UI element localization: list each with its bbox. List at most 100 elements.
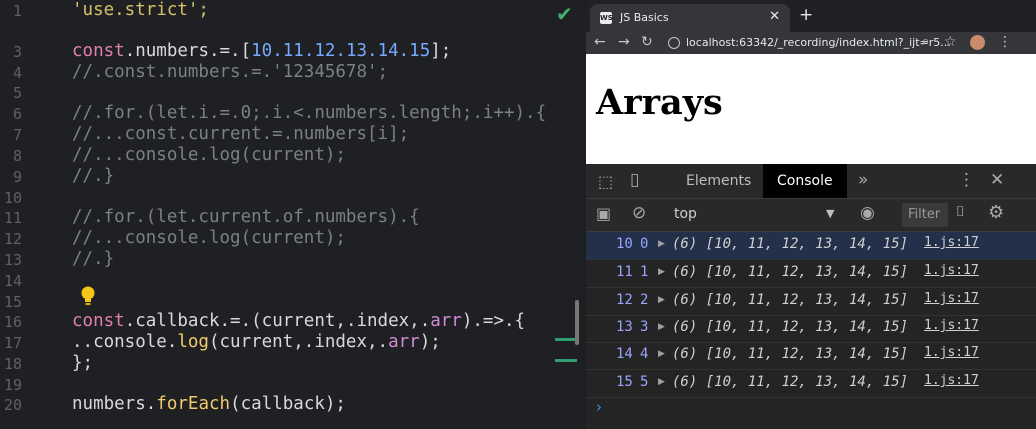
expand-triangle-icon[interactable]: ▶ [658,295,665,305]
log-index: 1 [640,264,649,280]
log-current: 15 [616,374,633,390]
avatar[interactable] [970,35,985,50]
inspect-icon[interactable]: ⬚ [598,172,613,191]
lightbulb-icon[interactable] [80,286,96,306]
sidebar-toggle-icon[interactable]: ▣ [596,204,611,223]
number-literal: .11 [272,41,304,61]
forward-icon[interactable]: → [618,34,630,50]
page-content: Arrays [586,54,1036,164]
favicon-icon: WS [600,12,613,24]
url-text: localhost:63342/_recording/index.html?_i… [686,36,951,49]
log-index: 5 [640,374,649,390]
keyword: const [72,311,125,331]
editor-scrollbar[interactable] [575,300,579,345]
code-text: ).=>.{ [461,311,526,331]
more-tabs-icon[interactable]: » [858,170,868,190]
code-text: ); [419,332,441,352]
eye-icon[interactable]: ◉ [860,203,875,223]
tab-console[interactable]: Console [763,164,847,198]
line-number: 17 [3,334,22,352]
line-number: 20 [3,396,22,414]
reload-icon[interactable]: ↻ [641,34,653,50]
expand-triangle-icon[interactable]: ▶ [658,377,665,387]
devtools-tabbar: ⬚ ▯ Elements Console » ⋮ ✕ [586,164,1036,199]
devtools-panel: ⬚ ▯ Elements Console » ⋮ ✕ ▣ ⊘ top ▼ ◉ F… [586,164,1036,429]
kebab-menu-icon[interactable]: ⋮ [958,170,975,190]
new-tab-icon[interactable]: + [799,5,813,25]
check-icon: ✔ [556,2,573,26]
line-number: 19 [3,376,22,394]
filter-input[interactable]: Filter [902,203,948,227]
gear-icon[interactable]: ⚙ [988,202,1004,223]
code-text: numbers. [72,394,157,414]
log-array[interactable]: (6) [10, 11, 12, 13, 14, 15] [672,264,908,280]
line-number: 11 [3,209,22,227]
number-literal: .15 [398,41,431,61]
tab-elements[interactable]: Elements [672,164,765,198]
browser-toolbar: ← → ↻ localhost:63342/_recording/index.h… [586,32,1036,54]
code-text: ]; [430,41,452,61]
clear-console-icon[interactable]: ⊘ [632,203,646,223]
code-line-13: //.} [72,249,115,269]
close-icon[interactable]: ✕ [769,9,780,24]
code-line-4: //.const.numbers.=.'12345678'; [72,62,389,82]
code-line-18: }; [72,353,94,373]
console-output[interactable]: 10 0 ▶ (6) [10, 11, 12, 13, 14, 15] 1.js… [586,232,1036,429]
line-number: 6 [12,105,22,123]
line-number: 1 [12,2,22,20]
number-literal: .13 [335,41,368,61]
source-link[interactable]: 1.js:17 [924,263,979,278]
log-array[interactable]: (6) [10, 11, 12, 13, 14, 15] [672,319,908,335]
source-link[interactable]: 1.js:17 [924,318,979,333]
source-link[interactable]: 1.js:17 [924,235,979,250]
code-line-12: //...console.log(current); [72,228,346,248]
menu-icon[interactable]: ⋮ [998,34,1012,50]
expand-triangle-icon[interactable]: ▶ [658,349,665,359]
number-literal: .12 [303,41,336,61]
log-levels-icon[interactable]: ⌷ [956,204,964,220]
source-link[interactable]: 1.js:17 [924,345,979,360]
address-bar[interactable]: localhost:63342/_recording/index.html?_i… [662,33,951,53]
source-link[interactable]: 1.js:17 [924,373,979,388]
expand-triangle-icon[interactable]: ▶ [658,267,665,277]
log-current: 10 [616,236,633,252]
log-array[interactable]: (6) [10, 11, 12, 13, 14, 15] [672,292,908,308]
line-number: 10 [3,189,22,207]
code-text: (callback); [230,394,346,414]
code-line-6: //.for.(let.i.=.0;.i.<.numbers.length;.i… [72,103,547,123]
close-icon[interactable]: ✕ [990,170,1004,190]
device-toolbar-icon[interactable]: ▯ [630,170,639,190]
line-number: 12 [3,230,22,248]
code-text: .callback [124,311,220,331]
change-marker [555,359,577,362]
back-icon[interactable]: ← [594,34,606,50]
browser-tab[interactable]: WS JS Basics ✕ [590,4,790,32]
line-number: 7 [12,126,22,144]
zoom-icon[interactable]: ⌕ [922,34,929,49]
line-number: 9 [12,168,22,186]
number-literal: 10 [251,41,273,61]
console-prompt[interactable]: › [596,398,602,416]
line-number: 14 [3,272,22,290]
code-line-3: const.numbers.=.[10.11.12.13.14.15]; [72,41,451,61]
log-index: 3 [640,319,649,335]
expand-triangle-icon[interactable]: ▶ [658,322,665,332]
code-line-8: //...console.log(current); [72,145,346,165]
code-line-16: const.callback.=.(current,.index,.arr).=… [72,311,525,331]
log-current: 13 [616,319,633,335]
log-array[interactable]: (6) [10, 11, 12, 13, 14, 15] [672,374,908,390]
chevron-down-icon[interactable]: ▼ [826,207,834,220]
code-editor[interactable]: 1 3 4 5 6 7 8 9 10 11 12 13 14 15 16 17 … [0,0,580,429]
expand-triangle-icon[interactable]: ▶ [658,239,665,249]
code-line-9: //.} [72,166,115,186]
source-link[interactable]: 1.js:17 [924,291,979,306]
code-line-20: numbers.forEach(callback); [72,394,346,414]
log-array[interactable]: (6) [10, 11, 12, 13, 14, 15] [672,346,908,362]
tab-title: JS Basics [620,11,669,24]
context-selector[interactable]: top [674,206,697,222]
tab-strip: WS JS Basics ✕ + [586,0,1036,32]
star-icon[interactable]: ☆ [944,34,957,50]
log-index: 0 [640,236,649,252]
info-icon[interactable] [668,37,680,49]
log-array[interactable]: (6) [10, 11, 12, 13, 14, 15] [672,236,908,252]
